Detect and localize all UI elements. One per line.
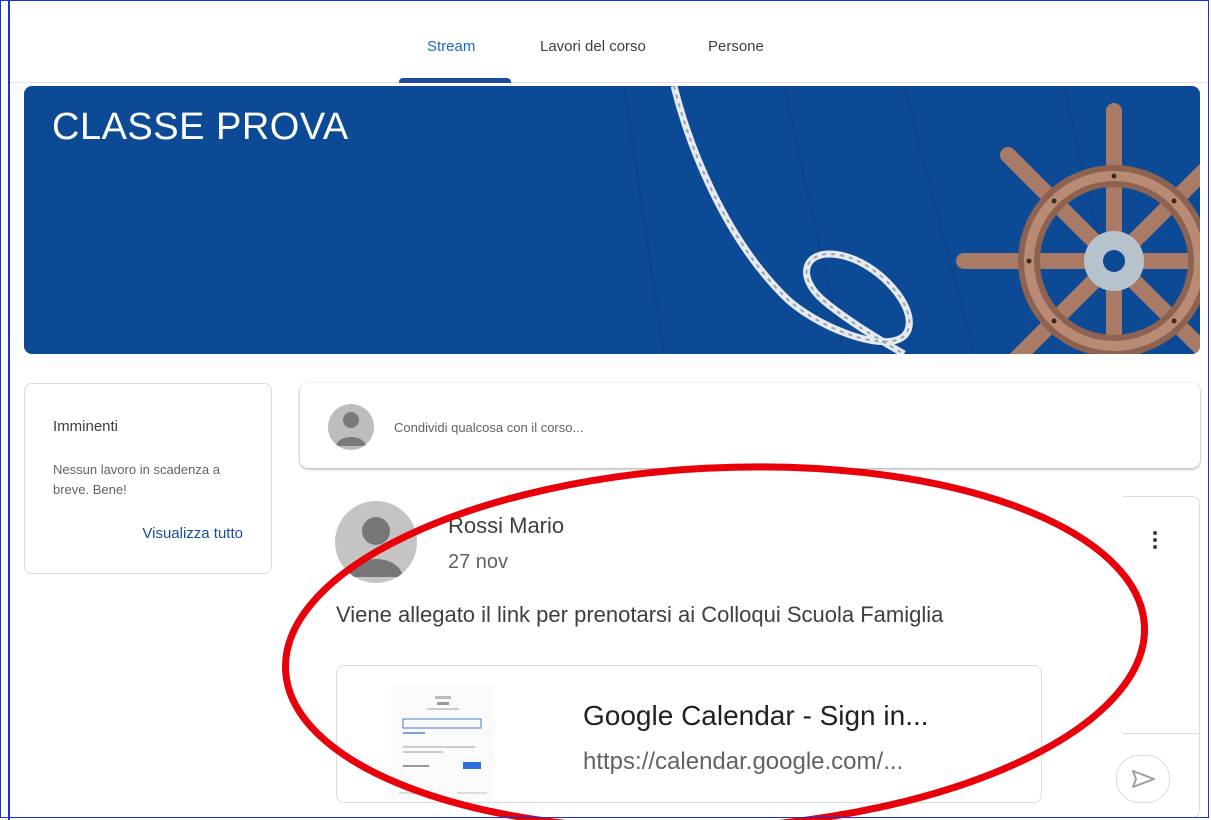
attachment-thumbnail — [391, 686, 495, 800]
frame-left-edge — [8, 0, 10, 820]
comment-divider — [1123, 733, 1200, 734]
attachment-url: https://calendar.google.com/... — [583, 748, 904, 775]
send-icon — [1132, 770, 1155, 788]
post-author[interactable]: Rossi Mario — [448, 513, 564, 539]
post-body: Viene allegato il link per prenotarsi ai… — [336, 602, 944, 627]
post-date: 27 nov — [448, 551, 509, 573]
tab-persone[interactable]: Persone — [708, 38, 764, 55]
send-comment-button[interactable] — [1116, 755, 1170, 803]
tab-lavori-del-corso[interactable]: Lavori del corso — [540, 38, 646, 55]
person-icon — [349, 517, 403, 577]
tab-stream[interactable]: Stream — [427, 38, 475, 55]
link-attachment[interactable]: Google Calendar - Sign in... https://cal… — [336, 665, 1042, 803]
attachment-title: Google Calendar - Sign in... — [583, 700, 929, 731]
active-tab-indicator — [399, 78, 511, 83]
view-all-link[interactable]: Visualizza tutto — [142, 525, 243, 542]
class-banner: CLASSE PROVA — [24, 86, 1200, 354]
person-icon — [336, 412, 366, 446]
user-avatar — [328, 404, 374, 450]
share-box[interactable]: Condividi qualcosa con il corso... — [300, 383, 1200, 468]
class-title: CLASSE PROVA — [52, 106, 349, 148]
more-options-icon[interactable] — [1148, 528, 1162, 552]
upcoming-title: Imminenti — [53, 418, 119, 435]
upcoming-card: Imminenti Nessun lavoro in scadenza a br… — [24, 383, 272, 574]
upcoming-message: Nessun lavoro in scadenza a breve. Bene! — [53, 462, 220, 497]
author-avatar[interactable] — [335, 501, 417, 583]
signin-page-preview — [391, 686, 495, 800]
share-input[interactable]: Condividi qualcosa con il corso... — [394, 420, 583, 435]
top-navigation: Stream Lavori del corso Persone — [10, 2, 1209, 83]
